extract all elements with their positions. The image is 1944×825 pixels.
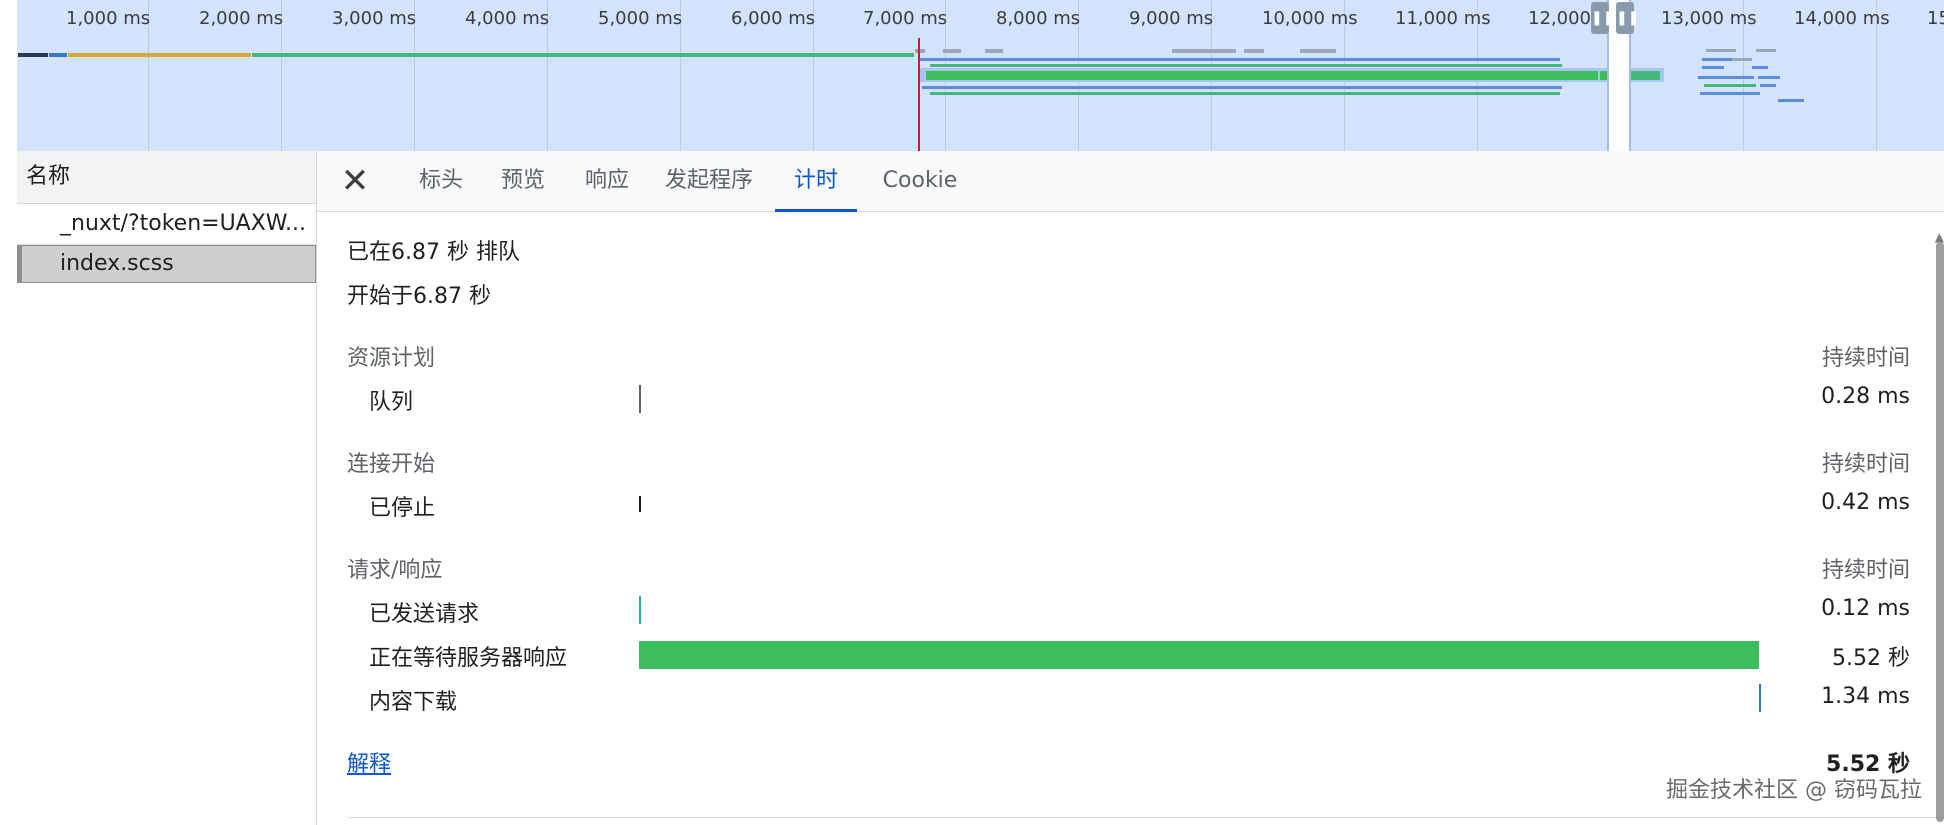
overview-bar bbox=[920, 58, 1560, 61]
overview-bar bbox=[1300, 49, 1336, 53]
started-at-text: 开始于6.87 秒 bbox=[347, 284, 491, 309]
tab-headers[interactable]: 标头 bbox=[411, 151, 471, 209]
overview-bar bbox=[1702, 58, 1734, 61]
overview-bar bbox=[1700, 92, 1760, 95]
overview-bar bbox=[1244, 49, 1264, 53]
tab-response[interactable]: 响应 bbox=[577, 151, 637, 209]
name-column-header[interactable]: 名称 bbox=[17, 151, 316, 204]
divider bbox=[347, 817, 1944, 818]
overview-bar bbox=[1760, 84, 1776, 87]
timing-row-label-request-sent: 已发送请求 bbox=[369, 602, 480, 627]
timing-bar-waiting bbox=[639, 641, 1759, 669]
timing-bar-stalled bbox=[639, 496, 641, 512]
overview-bar bbox=[930, 92, 1560, 95]
timing-bar-content-download bbox=[1759, 684, 1761, 712]
overview-bar bbox=[943, 49, 961, 53]
tab-cookie[interactable]: Cookie bbox=[872, 151, 968, 209]
load-event-marker bbox=[918, 38, 920, 151]
tab-timing[interactable]: 计时 bbox=[775, 151, 857, 212]
timing-row-label-content-download: 内容下载 bbox=[369, 690, 458, 715]
timing-row-value-request-sent: 0.12 ms bbox=[1821, 596, 1910, 621]
overview-bar bbox=[18, 53, 48, 57]
detail-tab-bar: ✕ 标头 预览 响应 发起程序 计时 Cookie bbox=[317, 151, 1944, 212]
tab-preview[interactable]: 预览 bbox=[493, 151, 553, 209]
section-title-connection-start: 连接开始 bbox=[347, 452, 436, 477]
tab-initiator[interactable]: 发起程序 bbox=[659, 151, 759, 209]
duration-header: 持续时间 bbox=[1821, 558, 1910, 583]
overview-bar bbox=[1172, 49, 1236, 53]
watermark-text: 掘金技术社区 @ 窃码瓦拉 bbox=[1666, 778, 1922, 803]
overview-bar bbox=[1758, 76, 1780, 79]
timing-row-value-waiting: 5.52 秒 bbox=[1832, 646, 1910, 671]
overview-bar bbox=[1778, 99, 1804, 102]
overview-bar bbox=[68, 53, 251, 57]
timing-panel: 已在6.87 秒 排队 开始于6.87 秒 资源计划 持续时间 队列 0.28 … bbox=[317, 212, 1944, 825]
queued-at-text: 已在6.87 秒 排队 bbox=[347, 240, 520, 265]
overview-bar bbox=[930, 64, 1562, 67]
pause-grip-icon: ❚❚ bbox=[1591, 10, 1615, 26]
overview-bar bbox=[985, 49, 1003, 53]
timing-row-label-stalled: 已停止 bbox=[369, 496, 436, 521]
overview-timeline[interactable]: 1,000 ms 2,000 ms 3,000 ms 4,000 ms 5,000 ms… bbox=[0, 0, 1944, 151]
timing-bar-request-sent bbox=[639, 596, 641, 624]
overview-bar bbox=[1698, 76, 1754, 79]
timing-row-label-waiting: 正在等待服务器响应 bbox=[369, 646, 568, 671]
overview-bar bbox=[922, 86, 1562, 89]
overview-request-bars bbox=[0, 0, 1944, 151]
pause-grip-icon: ❚❚ bbox=[1616, 10, 1640, 26]
overview-bar bbox=[1706, 49, 1736, 52]
timing-row-label-queueing: 队列 bbox=[369, 390, 414, 415]
close-icon[interactable]: ✕ bbox=[337, 163, 373, 199]
request-row[interactable]: _nuxt/?token=UAXW... bbox=[17, 204, 316, 245]
overview-bar bbox=[252, 53, 914, 57]
overview-bar bbox=[49, 53, 67, 57]
overview-bar bbox=[915, 49, 925, 53]
overview-bar bbox=[1702, 66, 1724, 69]
explanation-link[interactable]: 解释 bbox=[347, 746, 391, 778]
overview-bar bbox=[1704, 84, 1756, 87]
timing-row-value-stalled: 0.42 ms bbox=[1821, 490, 1910, 515]
section-title-resource-scheduling: 资源计划 bbox=[347, 346, 436, 371]
duration-header: 持续时间 bbox=[1821, 452, 1910, 477]
overview-bar bbox=[1756, 49, 1776, 52]
timing-row-value-content-download: 1.34 ms bbox=[1821, 684, 1910, 709]
duration-header: 持续时间 bbox=[1821, 346, 1910, 371]
request-name-column: 名称 _nuxt/?token=UAXW... index.scss bbox=[17, 151, 317, 825]
vertical-scrollbar[interactable] bbox=[1936, 242, 1944, 822]
range-handle-left[interactable]: ❚❚ bbox=[1591, 2, 1614, 34]
timing-row-value-queueing: 0.28 ms bbox=[1821, 384, 1910, 409]
overview-bar bbox=[1732, 58, 1752, 61]
request-row-selected[interactable]: index.scss bbox=[17, 245, 316, 283]
overview-bar bbox=[926, 71, 1598, 80]
overview-bar bbox=[1752, 66, 1768, 69]
section-title-request-response: 请求/响应 bbox=[347, 558, 443, 583]
overview-bar bbox=[1630, 71, 1660, 80]
range-handle-right[interactable]: ❚❚ bbox=[1616, 2, 1639, 34]
timing-bar-queueing bbox=[639, 385, 641, 413]
